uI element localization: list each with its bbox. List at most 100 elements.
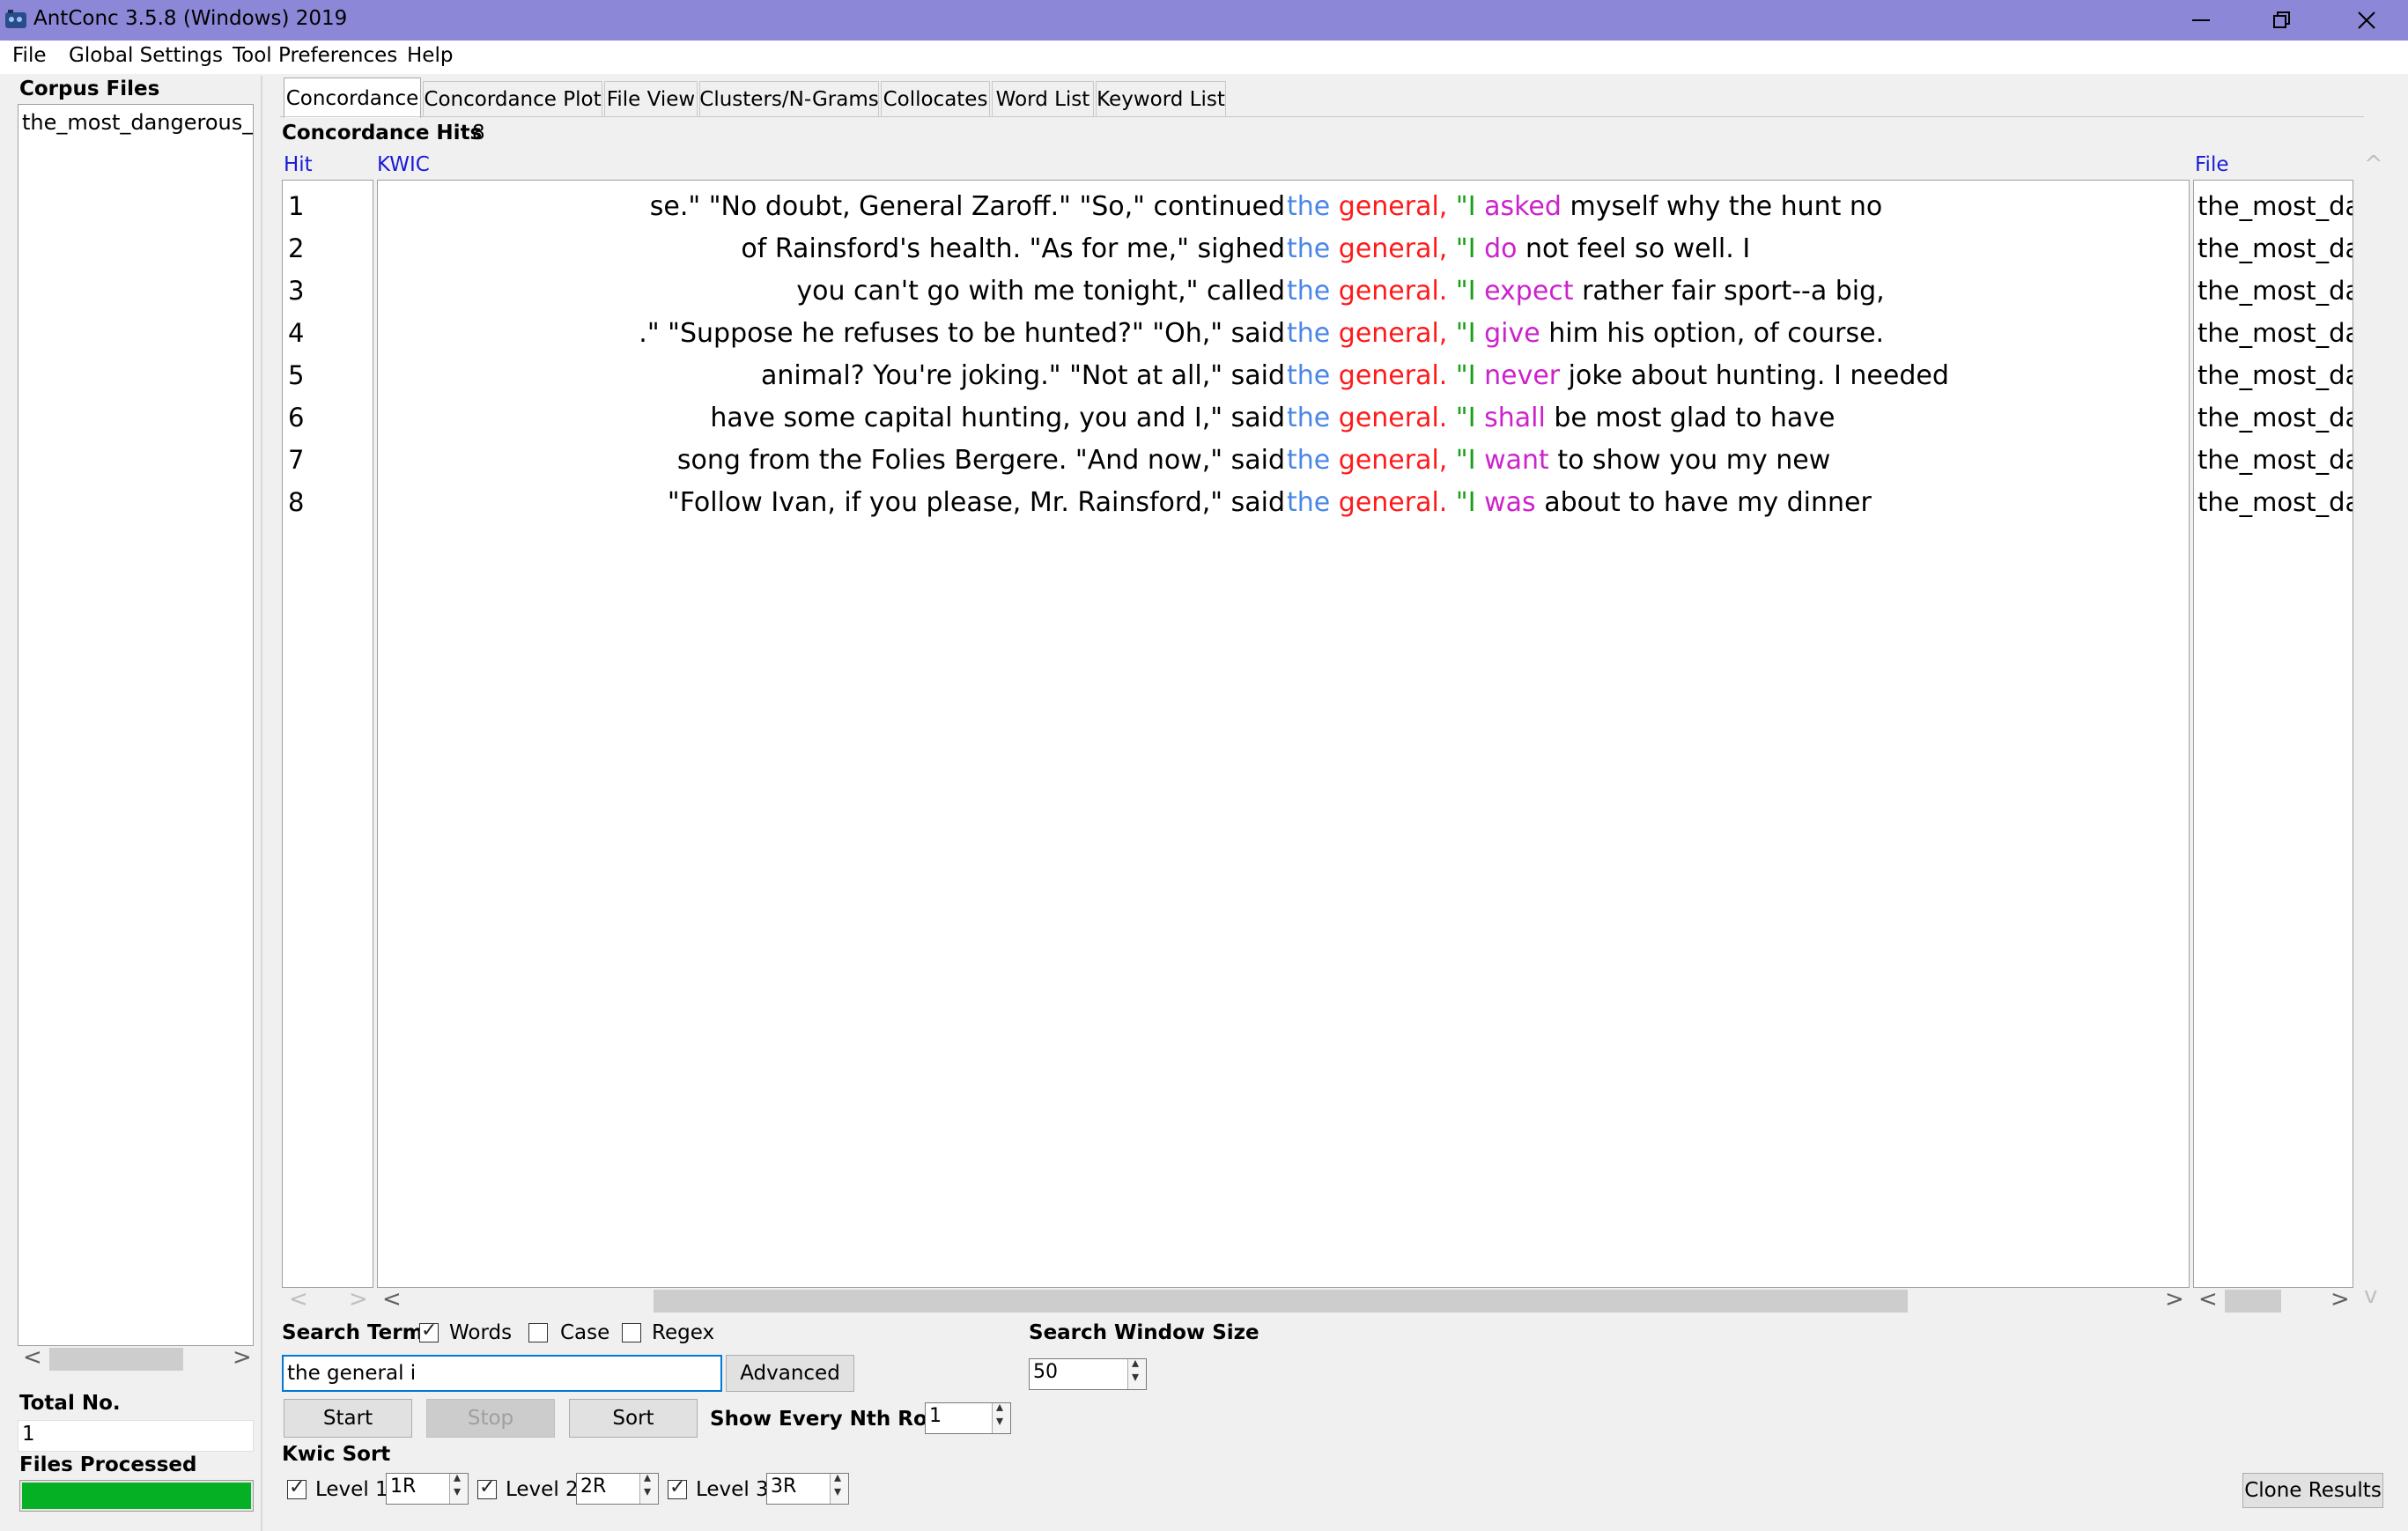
column-header-hit[interactable]: Hit [284, 153, 313, 176]
file-name-cell[interactable]: the_most_da [2197, 403, 2353, 433]
hit-number[interactable]: 8 [288, 487, 304, 517]
kwic-left-context[interactable]: have some capital hunting, you and I," s… [710, 403, 1285, 433]
hit-number[interactable]: 3 [288, 276, 304, 306]
kwic-node-and-right-context[interactable]: the general, "I do not feel so well. I [1287, 233, 1750, 264]
scroll-down-arrow-icon[interactable]: v [2364, 1283, 2377, 1309]
scroll-left-arrow-icon[interactable]: < [2198, 1286, 2218, 1313]
search-window-size-spinner[interactable]: 50 [1029, 1354, 1147, 1390]
level-2-checkbox[interactable] [477, 1476, 497, 1499]
kwic-node-and-right-context[interactable]: the general. "I expect rather fair sport… [1287, 276, 1885, 307]
kwic-node-and-right-context[interactable]: the general. "I shall be most glad to ha… [1287, 403, 1836, 433]
spinner-arrows-icon[interactable] [449, 1468, 468, 1504]
kwic-node-and-right-context[interactable]: the general, "I asked myself why the hun… [1287, 191, 1882, 222]
kwic-sort-label: Kwic Sort [282, 1443, 391, 1466]
results-vscrollbar[interactable]: ^ v [2355, 152, 2389, 1314]
scroll-thumb[interactable] [654, 1290, 1908, 1313]
tab-concordance-plot[interactable]: Concordance Plot [423, 81, 602, 116]
sort-button[interactable]: Sort [569, 1399, 698, 1438]
level-2-value: 2R [580, 1476, 607, 1498]
level-1-checkbox[interactable] [287, 1476, 307, 1499]
menu-file[interactable]: File [12, 44, 47, 67]
corpus-files-hscrollbar[interactable]: < > [18, 1344, 254, 1372]
hit-number[interactable]: 6 [288, 403, 304, 433]
file-name-cell[interactable]: the_most_da [2197, 191, 2353, 221]
file-name-cell[interactable]: the_most_da [2197, 318, 2353, 348]
kwic-right-context: rather fair sport--a big, [1582, 276, 1885, 307]
scroll-right-arrow-icon[interactable]: > [2330, 1286, 2350, 1313]
tab-word-list[interactable]: Word List [992, 81, 1094, 116]
kwic-left-context[interactable]: "Follow Ivan, if you please, Mr. Rainsfo… [668, 487, 1285, 518]
clone-results-button[interactable]: Clone Results [2242, 1473, 2383, 1508]
level-3-checkbox[interactable] [668, 1476, 687, 1499]
kwic-left-context[interactable]: animal? You're joking." "Not at all," sa… [761, 360, 1285, 391]
hit-number[interactable]: 2 [288, 233, 304, 263]
nth-row-spinner[interactable]: 1 [925, 1398, 1011, 1434]
level-1-spinner[interactable]: 1R [386, 1468, 469, 1505]
kwic-left-context[interactable]: of Rainsford's health. "As for me," sigh… [741, 233, 1285, 264]
scroll-left-arrow-icon[interactable]: < [289, 1286, 308, 1313]
tab-concordance[interactable]: Concordance [284, 78, 421, 118]
column-header-file[interactable]: File [2195, 153, 2229, 176]
restore-button[interactable] [2242, 0, 2322, 41]
advanced-button[interactable]: Advanced [726, 1355, 854, 1392]
hit-pane-hscrollbar[interactable]: < > [282, 1286, 373, 1314]
file-pane-hscrollbar[interactable]: < > [2193, 1286, 2353, 1314]
stop-button[interactable]: Stop [426, 1399, 555, 1438]
file-name-cell[interactable]: the_most_da [2197, 360, 2353, 390]
corpus-file-item[interactable]: the_most_dangerous_g [22, 110, 253, 135]
panel-divider[interactable] [261, 76, 262, 1531]
words-checkbox[interactable] [419, 1320, 439, 1342]
corpus-files-list[interactable]: the_most_dangerous_g [18, 104, 254, 1346]
file-name-cell[interactable]: the_most_da [2197, 445, 2353, 475]
level-2-spinner[interactable]: 2R [576, 1468, 659, 1505]
menu-help[interactable]: Help [407, 44, 453, 67]
case-checkbox[interactable] [528, 1323, 548, 1342]
hit-number-pane[interactable]: 1 2 3 4 5 6 7 8 [282, 180, 373, 1288]
file-name-pane[interactable]: the_most_da the_most_da the_most_da the_mos… [2193, 180, 2353, 1288]
spinner-arrows-icon[interactable] [830, 1468, 848, 1504]
kwic-left-context[interactable]: ." "Suppose he refuses to be hunted?" "O… [639, 318, 1285, 349]
kwic-pane-hscrollbar[interactable]: < > [377, 1286, 2190, 1314]
file-name-cell[interactable]: the_most_da [2197, 233, 2353, 263]
spinner-arrows-icon[interactable] [639, 1468, 658, 1504]
scroll-right-arrow-icon[interactable]: > [349, 1286, 368, 1313]
minimize-button[interactable] [2161, 0, 2241, 41]
kwic-left-context[interactable]: se." "No doubt, General Zaroff." "So," c… [650, 191, 1285, 222]
kwic-node-and-right-context[interactable]: the general. "I was about to have my din… [1287, 487, 1872, 518]
file-name-cell[interactable]: the_most_da [2197, 276, 2353, 306]
hit-number[interactable]: 5 [288, 360, 304, 390]
search-input[interactable]: the general i [282, 1355, 722, 1392]
column-header-kwic[interactable]: KWIC [377, 153, 430, 176]
kwic-node-and-right-context[interactable]: the general, "I give him his option, of … [1287, 318, 1884, 349]
close-button[interactable] [2327, 0, 2406, 41]
spinner-arrows-icon[interactable] [1127, 1354, 1146, 1389]
kwic-node-and-right-context[interactable]: the general. "I never joke about hunting… [1287, 360, 1949, 391]
scroll-up-arrow-icon[interactable]: ^ [2364, 152, 2383, 178]
scroll-right-arrow-icon[interactable]: > [233, 1344, 252, 1371]
scroll-left-arrow-icon[interactable]: < [382, 1286, 402, 1313]
file-name-cell[interactable]: the_most_da [2197, 487, 2353, 517]
hit-number[interactable]: 1 [288, 191, 304, 221]
tab-collocates[interactable]: Collocates [881, 81, 990, 116]
hit-number[interactable]: 4 [288, 318, 304, 348]
tab-clusters-ngrams[interactable]: Clusters/N-Grams [699, 81, 879, 116]
scroll-thumb[interactable] [49, 1348, 183, 1371]
scroll-left-arrow-icon[interactable]: < [23, 1344, 42, 1371]
kwic-pane[interactable]: se." "No doubt, General Zaroff." "So," c… [377, 180, 2190, 1288]
scroll-right-arrow-icon[interactable]: > [2165, 1286, 2184, 1313]
kwic-left-context[interactable]: song from the Folies Bergere. "And now,"… [677, 445, 1285, 476]
regex-checkbox[interactable] [622, 1323, 641, 1342]
spinner-arrows-icon[interactable] [992, 1398, 1010, 1433]
hit-number[interactable]: 7 [288, 445, 304, 475]
level-3-spinner[interactable]: 3R [766, 1468, 849, 1505]
scroll-thumb[interactable] [2225, 1290, 2281, 1313]
title-bar [0, 0, 2408, 41]
kwic-node-word-the: the [1287, 233, 1331, 264]
menu-global-settings[interactable]: Global Settings [69, 44, 223, 67]
kwic-node-and-right-context[interactable]: the general, "I want to show you my new [1287, 445, 1830, 476]
tab-file-view[interactable]: File View [604, 81, 698, 116]
tab-keyword-list[interactable]: Keyword List [1096, 81, 1226, 116]
menu-tool-preferences[interactable]: Tool Preferences [233, 44, 397, 67]
kwic-left-context[interactable]: you can't go with me tonight," called [796, 276, 1285, 307]
start-button[interactable]: Start [284, 1399, 412, 1438]
